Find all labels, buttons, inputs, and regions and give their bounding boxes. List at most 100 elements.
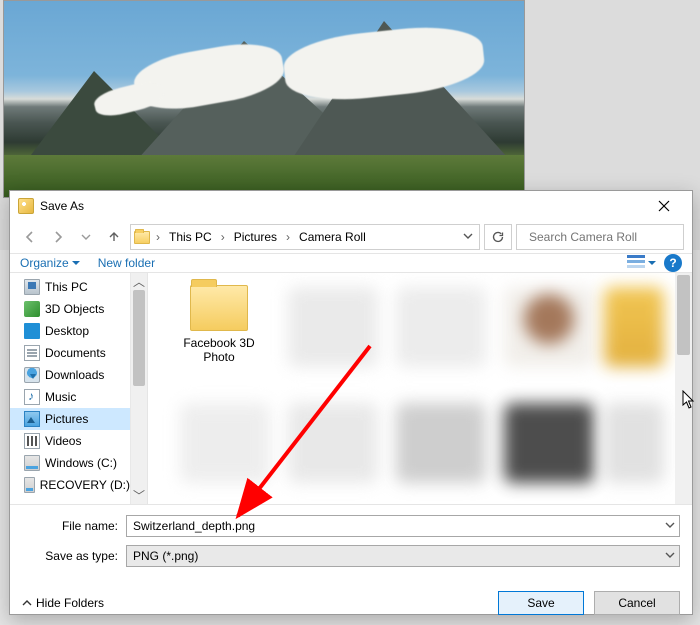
save-type-value[interactable]: [127, 549, 661, 563]
pc-icon: [24, 279, 40, 295]
refresh-icon: [491, 230, 505, 244]
save-type-label: Save as type:: [28, 549, 126, 563]
sidebar-scrollbar[interactable]: ︿ ﹀: [130, 273, 147, 504]
filepane-scrollbar[interactable]: [675, 273, 692, 504]
folder-label: Facebook 3D Photo: [176, 336, 262, 364]
blurred-thumbnail: [288, 287, 378, 367]
save-as-dialog: Save As › This PC › Pictures › Camera Ro…: [9, 190, 693, 615]
breadcrumb-label: Pictures: [234, 230, 277, 244]
hide-folders-toggle[interactable]: Hide Folders: [22, 596, 104, 610]
blurred-thumbnail: [604, 287, 664, 367]
nav-recent-dropdown[interactable]: [74, 225, 98, 249]
hide-folders-label: Hide Folders: [36, 596, 104, 610]
caret-down-icon: [648, 259, 656, 267]
dialog-body: This PC 3D Objects Desktop Documents Dow…: [10, 273, 692, 504]
sidebar-item-downloads[interactable]: Downloads: [10, 364, 130, 386]
app-icon: [18, 198, 34, 214]
arrow-up-icon: [107, 230, 121, 244]
search-input[interactable]: [529, 230, 684, 244]
nav-back-button[interactable]: [18, 225, 42, 249]
fields-area: File name: Save as type:: [10, 504, 692, 581]
file-name-dropdown[interactable]: [661, 519, 679, 533]
chevron-down-icon: [665, 550, 675, 560]
organize-menu[interactable]: Organize: [20, 256, 80, 270]
chevron-right-icon[interactable]: ›: [153, 230, 163, 244]
folder-facebook-3d-photo[interactable]: Facebook 3D Photo: [176, 285, 262, 364]
tree-label: This PC: [45, 280, 88, 294]
tree-label: Desktop: [45, 324, 89, 338]
scroll-thumb[interactable]: [133, 290, 145, 386]
breadcrumb[interactable]: › This PC › Pictures › Camera Roll: [130, 224, 480, 250]
chevron-down-icon: [81, 232, 91, 242]
chevron-down-icon: [463, 231, 473, 241]
breadcrumb-this-pc[interactable]: This PC: [165, 225, 216, 249]
document-icon: [24, 345, 40, 361]
save-label: Save: [527, 596, 554, 610]
sidebar-item-music[interactable]: Music: [10, 386, 130, 408]
sidebar-item-this-pc[interactable]: This PC: [10, 276, 130, 298]
arrow-left-icon: [23, 230, 37, 244]
sidebar-item-drive-d[interactable]: RECOVERY (D:): [10, 474, 130, 496]
breadcrumb-dropdown[interactable]: [459, 230, 477, 244]
cube-icon: [24, 301, 40, 317]
toolbar: Organize New folder ?: [10, 253, 692, 273]
scroll-down-icon[interactable]: ﹀: [131, 487, 147, 504]
chevron-right-icon[interactable]: ›: [283, 230, 293, 244]
breadcrumb-camera-roll[interactable]: Camera Roll: [295, 225, 370, 249]
desktop-icon: [24, 323, 40, 339]
cancel-button[interactable]: Cancel: [594, 591, 680, 615]
chevron-down-icon: [665, 520, 675, 530]
blurred-thumbnail: [604, 403, 664, 483]
view-menu[interactable]: [627, 255, 656, 271]
tree-label: Music: [45, 390, 76, 404]
blurred-thumbnail: [396, 287, 486, 367]
tree-label: Windows (C:): [45, 456, 117, 470]
help-button[interactable]: ?: [664, 254, 682, 272]
help-label: ?: [669, 256, 676, 270]
file-name-input[interactable]: [127, 519, 661, 533]
nav-forward-button[interactable]: [46, 225, 70, 249]
nav-up-button[interactable]: [102, 225, 126, 249]
blurred-thumbnail: [288, 403, 378, 483]
save-button[interactable]: Save: [498, 591, 584, 615]
dialog-title: Save As: [40, 199, 84, 213]
sidebar-item-3d-objects[interactable]: 3D Objects: [10, 298, 130, 320]
sidebar-item-pictures[interactable]: Pictures: [10, 408, 130, 430]
blurred-thumbnail: [504, 403, 594, 483]
tree-label: Videos: [45, 434, 81, 448]
save-type-dropdown[interactable]: [661, 549, 679, 563]
close-icon: [658, 200, 670, 212]
new-folder-label: New folder: [98, 256, 155, 270]
nav-tree[interactable]: This PC 3D Objects Desktop Documents Dow…: [10, 273, 130, 504]
sidebar-item-desktop[interactable]: Desktop: [10, 320, 130, 342]
videos-icon: [24, 433, 40, 449]
blurred-thumbnail: [396, 403, 486, 483]
refresh-button[interactable]: [484, 224, 512, 250]
search-box[interactable]: [516, 224, 684, 250]
drive-icon: [24, 477, 35, 493]
file-name-label: File name:: [28, 519, 126, 533]
new-folder-button[interactable]: New folder: [98, 256, 155, 270]
save-type-combo[interactable]: [126, 545, 680, 567]
tree-label: RECOVERY (D:): [40, 478, 130, 492]
file-name-combo[interactable]: [126, 515, 680, 537]
sidebar-item-documents[interactable]: Documents: [10, 342, 130, 364]
breadcrumb-pictures[interactable]: Pictures: [230, 225, 281, 249]
nav-sidebar: This PC 3D Objects Desktop Documents Dow…: [10, 273, 148, 504]
file-pane[interactable]: Facebook 3D Photo: [148, 273, 692, 504]
scroll-thumb[interactable]: [677, 275, 690, 355]
scroll-up-icon[interactable]: ︿: [131, 273, 147, 290]
sidebar-item-videos[interactable]: Videos: [10, 430, 130, 452]
tree-label: Documents: [45, 346, 106, 360]
titlebar: Save As: [10, 191, 692, 221]
pictures-icon: [24, 411, 40, 427]
close-button[interactable]: [641, 191, 686, 221]
nav-row: › This PC › Pictures › Camera Roll: [10, 221, 692, 253]
chevron-right-icon[interactable]: ›: [218, 230, 228, 244]
tree-label: Pictures: [45, 412, 88, 426]
background-photo: [3, 0, 525, 198]
music-icon: [24, 389, 40, 405]
drive-icon: [24, 455, 40, 471]
sidebar-item-drive-c[interactable]: Windows (C:): [10, 452, 130, 474]
cancel-label: Cancel: [618, 596, 655, 610]
